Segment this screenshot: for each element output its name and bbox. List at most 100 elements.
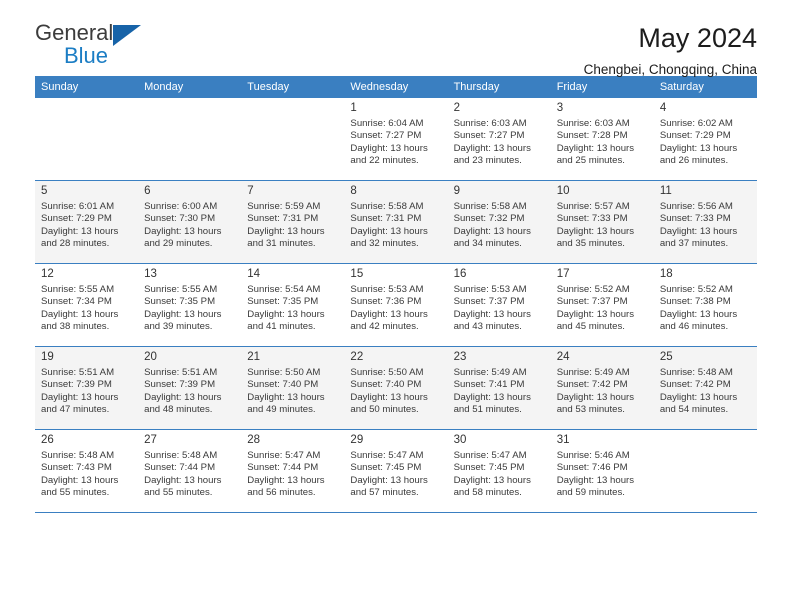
sunrise-text: Sunrise: 5:55 AM [41,284,115,295]
calendar-cell-inner: 15 Sunrise: 5:53 AM Sunset: 7:36 PM Dayligh… [344,264,447,346]
calendar-day-cell[interactable]: 22 Sunrise: 5:50 AM Sunset: 7:40 PM Dayligh… [344,346,448,430]
daylight-text: and 39 minutes. [144,321,213,333]
calendar-day-cell[interactable]: 3 Sunrise: 6:03 AM Sunset: 7:28 PM Daylight… [550,98,654,181]
calendar-day-cell[interactable]: 7 Sunrise: 5:59 AM Sunset: 7:31 PM Daylight… [241,180,345,264]
calendar-week-row: 1 Sunrise: 6:04 AM Sunset: 7:27 PM Daylight… [35,98,757,181]
calendar-day-cell[interactable]: 19 Sunrise: 5:51 AM Sunset: 7:39 PM Dayligh… [35,346,139,430]
sunset-text: Sunset: 7:34 PM [41,296,112,308]
calendar-day-cell[interactable]: 8 Sunrise: 5:58 AM Sunset: 7:31 PM Daylight… [344,180,448,264]
calendar-week-row: 26 Sunrise: 5:48 AM Sunset: 7:43 PM Dayligh… [35,429,757,513]
calendar-day-cell[interactable]: 16 Sunrise: 5:53 AM Sunset: 7:37 PM Dayligh… [447,263,551,347]
calendar-day-cell[interactable]: 2 Sunrise: 6:03 AM Sunset: 7:27 PM Daylight… [447,98,551,181]
sunset-text: Sunset: 7:40 PM [350,379,422,391]
sunset-text: Sunset: 7:35 PM [247,296,319,308]
day-info: Sunrise: 5:59 AM Sunset: 7:31 PM Daylight:… [247,201,338,251]
calendar-day-cell[interactable]: 29 Sunrise: 5:47 AM Sunset: 7:45 PM Dayligh… [344,429,448,513]
calendar-cell-empty [653,429,757,513]
day-info: Sunrise: 5:49 AM Sunset: 7:41 PM Daylight:… [454,367,545,417]
day-number: 25 [659,351,673,363]
daylight-text: Daylight: 13 hours [659,391,738,403]
sunrise-text: Sunrise: 5:50 AM [247,367,321,378]
day-number: 4 [659,102,667,114]
calendar-day-cell[interactable]: 13 Sunrise: 5:55 AM Sunset: 7:35 PM Dayligh… [138,263,242,347]
daylight-text: Daylight: 13 hours [41,474,119,486]
day-number: 16 [453,268,467,280]
calendar-day-cell[interactable]: 31 Sunrise: 5:46 AM Sunset: 7:46 PM Dayligh… [550,429,654,513]
calendar-day-cell[interactable]: 25 Sunrise: 5:48 AM Sunset: 7:42 PM Dayligh… [653,346,757,430]
sunset-text: Sunset: 7:45 PM [453,462,525,474]
calendar-day-cell[interactable]: 24 Sunrise: 5:49 AM Sunset: 7:42 PM Dayligh… [550,346,654,430]
calendar-day-cell[interactable]: 23 Sunrise: 5:49 AM Sunset: 7:41 PM Dayligh… [447,346,551,430]
day-info: Sunrise: 5:47 AM Sunset: 7:45 PM Daylight:… [454,450,545,500]
daylight-text: Daylight: 13 hours [144,308,222,320]
sunrise-sunset-calendar: Sunday Monday Tuesday Wednesday Thursday… [35,76,757,513]
day-number: 9 [453,185,460,197]
calendar-day-cell[interactable]: 11 Sunrise: 5:56 AM Sunset: 7:33 PM Dayligh… [653,180,757,264]
sunrise-text: Sunrise: 5:51 AM [41,367,115,378]
daylight-text: and 55 minutes. [41,487,110,499]
calendar-cell-inner: 27 Sunrise: 5:48 AM Sunset: 7:44 PM Dayligh… [138,430,241,512]
calendar-day-cell[interactable]: 10 Sunrise: 5:57 AM Sunset: 7:33 PM Dayligh… [550,180,654,264]
calendar-cell-empty [241,98,345,181]
daylight-text: Daylight: 13 hours [556,391,635,403]
sunset-text: Sunset: 7:42 PM [659,379,731,391]
calendar-day-cell[interactable]: 14 Sunrise: 5:54 AM Sunset: 7:35 PM Dayligh… [241,263,345,347]
calendar-page: General Blue May 2024 Chengbei, Chongqin… [0,0,792,612]
day-info: Sunrise: 6:00 AM Sunset: 7:30 PM Daylight:… [144,201,235,251]
sunrise-text: Sunrise: 5:57 AM [556,201,630,212]
daylight-text: Daylight: 13 hours [41,225,119,237]
calendar-day-cell[interactable]: 9 Sunrise: 5:58 AM Sunset: 7:32 PM Daylight… [447,180,551,264]
day-number: 18 [659,268,673,280]
calendar-day-cell[interactable]: 26 Sunrise: 5:48 AM Sunset: 7:43 PM Dayligh… [35,429,139,513]
sunset-text: Sunset: 7:36 PM [350,296,422,308]
calendar-cell-inner: 4 Sunrise: 6:02 AM Sunset: 7:29 PM Daylight… [654,98,757,180]
day-number: 31 [556,434,570,446]
weekday-header-thursday: Thursday [447,76,551,98]
day-info: Sunrise: 5:53 AM Sunset: 7:37 PM Daylight:… [454,284,545,334]
sunrise-text: Sunrise: 6:01 AM [41,201,115,212]
calendar-week-row: 12 Sunrise: 5:55 AM Sunset: 7:34 PM Dayligh… [35,263,757,347]
daylight-text: and 53 minutes. [556,404,625,416]
sunset-text: Sunset: 7:43 PM [41,462,112,474]
daylight-text: Daylight: 13 hours [144,225,222,237]
daylight-text: Daylight: 13 hours [41,391,119,403]
calendar-cell-inner: 16 Sunrise: 5:53 AM Sunset: 7:37 PM Dayligh… [448,264,551,346]
sunset-text: Sunset: 7:44 PM [144,462,216,474]
calendar-day-cell[interactable]: 20 Sunrise: 5:51 AM Sunset: 7:39 PM Dayligh… [138,346,242,430]
calendar-day-cell[interactable]: 18 Sunrise: 5:52 AM Sunset: 7:38 PM Dayligh… [653,263,757,347]
sunset-text: Sunset: 7:44 PM [247,462,319,474]
daylight-text: Daylight: 13 hours [556,308,635,320]
page-header: General Blue May 2024 Chengbei, Chongqin… [35,0,757,78]
calendar-cell-inner: 1 Sunrise: 6:04 AM Sunset: 7:27 PM Daylight… [344,98,447,180]
calendar-day-cell[interactable]: 6 Sunrise: 6:00 AM Sunset: 7:30 PM Daylight… [138,180,242,264]
calendar-cell-inner: 3 Sunrise: 6:03 AM Sunset: 7:28 PM Daylight… [551,98,654,180]
day-number: 6 [144,185,151,197]
calendar-day-cell[interactable]: 5 Sunrise: 6:01 AM Sunset: 7:29 PM Daylight… [35,180,139,264]
generalblue-logo[interactable]: General Blue [35,22,155,68]
sunrise-text: Sunrise: 5:47 AM [453,450,527,461]
calendar-day-cell[interactable]: 4 Sunrise: 6:02 AM Sunset: 7:29 PM Daylight… [653,98,757,181]
day-info: Sunrise: 5:58 AM Sunset: 7:32 PM Daylight:… [454,201,545,251]
day-number: 15 [350,268,364,280]
calendar-day-cell[interactable]: 30 Sunrise: 5:47 AM Sunset: 7:45 PM Dayligh… [447,429,551,513]
daylight-text: and 48 minutes. [144,404,213,416]
daylight-text: Daylight: 13 hours [350,142,428,154]
day-info: Sunrise: 5:50 AM Sunset: 7:40 PM Daylight:… [350,367,441,417]
calendar-day-cell[interactable]: 1 Sunrise: 6:04 AM Sunset: 7:27 PM Daylight… [344,98,448,181]
calendar-day-cell[interactable]: 21 Sunrise: 5:50 AM Sunset: 7:40 PM Dayligh… [241,346,345,430]
daylight-text: and 54 minutes. [659,404,729,416]
day-info: Sunrise: 5:48 AM Sunset: 7:42 PM Daylight:… [660,367,751,417]
sunrise-text: Sunrise: 5:59 AM [247,201,321,212]
calendar-day-cell[interactable]: 27 Sunrise: 5:48 AM Sunset: 7:44 PM Dayligh… [138,429,242,513]
day-number: 5 [41,185,48,197]
calendar-day-cell[interactable]: 15 Sunrise: 5:53 AM Sunset: 7:36 PM Dayligh… [344,263,448,347]
day-info: Sunrise: 6:02 AM Sunset: 7:29 PM Daylight:… [660,118,751,168]
daylight-text: Daylight: 13 hours [556,142,635,154]
day-number: 24 [556,351,570,363]
daylight-text: and 46 minutes. [659,321,729,333]
calendar-day-cell[interactable]: 17 Sunrise: 5:52 AM Sunset: 7:37 PM Dayligh… [550,263,654,347]
calendar-week-row: 5 Sunrise: 6:01 AM Sunset: 7:29 PM Daylight… [35,180,757,264]
calendar-day-cell[interactable]: 12 Sunrise: 5:55 AM Sunset: 7:34 PM Dayligh… [35,263,139,347]
daylight-text: and 25 minutes. [556,155,625,167]
calendar-day-cell[interactable]: 28 Sunrise: 5:47 AM Sunset: 7:44 PM Dayligh… [241,429,345,513]
